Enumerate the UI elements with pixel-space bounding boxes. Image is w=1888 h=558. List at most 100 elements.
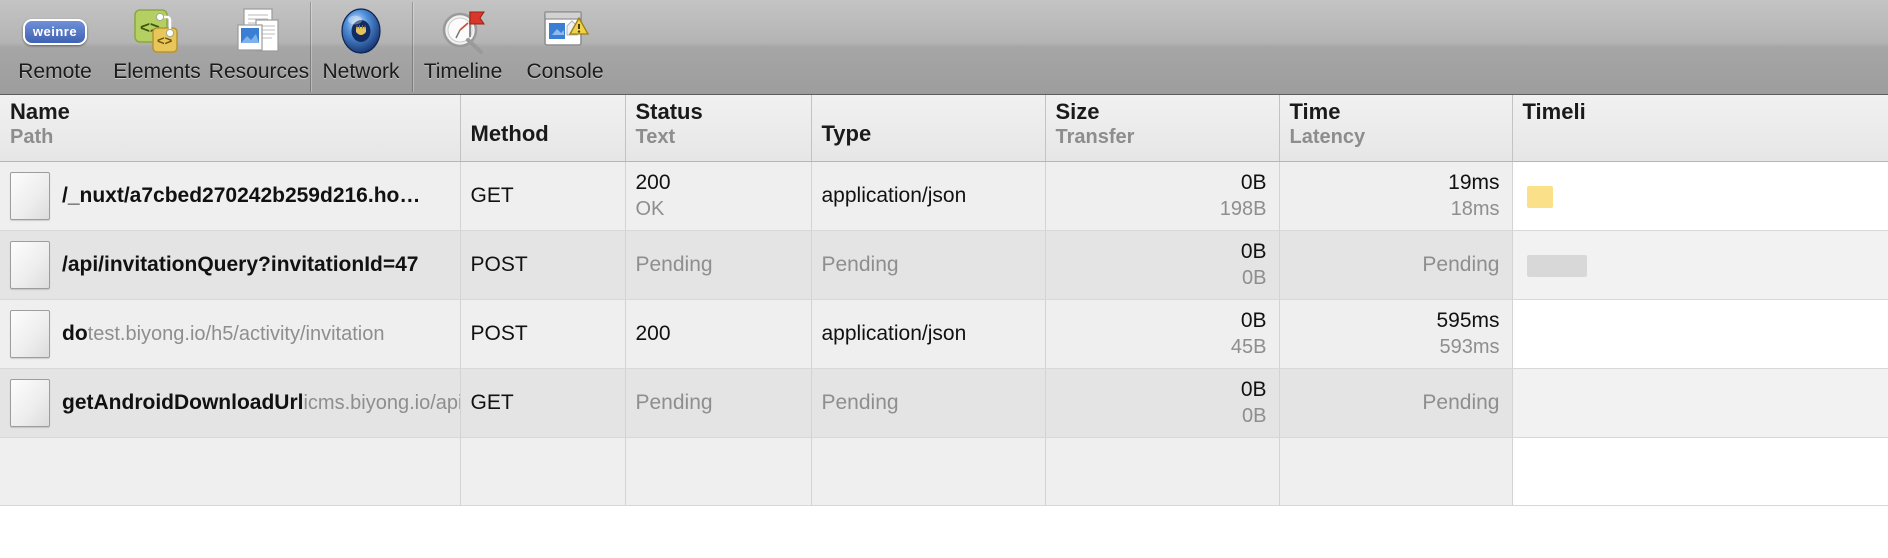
document-icon — [10, 240, 50, 289]
request-status: Pending — [635, 390, 713, 414]
request-method: GET — [470, 390, 514, 414]
tab-label-remote: Remote — [18, 60, 92, 83]
tab-network[interactable]: Network — [310, 0, 412, 94]
request-latency: Pending — [1422, 252, 1500, 276]
cell-type: application/json — [811, 299, 1046, 369]
request-time: 19ms — [1448, 171, 1500, 194]
filler-cell — [1279, 437, 1513, 506]
cell-name[interactable]: /_nuxt/a7cbed270242b259d216.ho… — [0, 161, 461, 231]
resources-documents-icon — [231, 6, 287, 58]
request-path: icms.biyong.io/api — [303, 391, 460, 414]
request-transfer: 45B — [1230, 336, 1267, 358]
cell-name[interactable]: /api/invitationQuery?invitationId=47 — [0, 230, 461, 300]
table-filler-row — [0, 437, 1888, 506]
cell-name[interactable]: getAndroidDownloadUrlicms.biyong.io/api — [0, 368, 461, 438]
tab-label-resources: Resources — [208, 60, 310, 83]
document-icon — [10, 378, 50, 427]
table-body: /_nuxt/a7cbed270242b259d216.ho… GET 200 OK a… — [0, 161, 1888, 506]
request-size: 0B — [1240, 240, 1267, 263]
cell-size: 0B 45B — [1045, 299, 1280, 369]
weinre-logo-text: weinre — [22, 19, 88, 45]
network-globe-icon — [333, 6, 389, 58]
column-header-size[interactable]: Size Transfer — [1045, 95, 1280, 162]
column-header-status[interactable]: Status Text — [625, 95, 812, 162]
console-window-warning-icon — [537, 6, 593, 58]
tab-elements[interactable]: <> <> Elements — [106, 0, 208, 94]
request-status-text: OK — [635, 198, 665, 220]
cell-method: GET — [460, 368, 626, 438]
request-time: 595ms — [1436, 309, 1500, 332]
column-header-status-main: Status — [635, 99, 703, 124]
cell-method: POST — [460, 299, 626, 369]
cell-method: POST — [460, 230, 626, 300]
request-type: application/json — [821, 183, 967, 207]
column-header-time[interactable]: Time Latency — [1279, 95, 1513, 162]
column-header-name[interactable]: Name Path — [0, 95, 461, 162]
request-transfer: 198B — [1219, 198, 1267, 220]
column-header-time-main: Time — [1289, 99, 1341, 124]
timeline-bar — [1526, 185, 1553, 208]
column-header-type[interactable]: Type — [811, 95, 1046, 162]
cell-method: GET — [460, 161, 626, 231]
column-header-time-sub: Latency — [1289, 126, 1366, 148]
table-header: Name Path Method Status Text Type Size T… — [0, 95, 1888, 162]
request-type: Pending — [821, 252, 899, 276]
filler-cell — [1512, 437, 1888, 506]
request-status: 200 — [635, 322, 671, 345]
cell-status: Pending — [625, 368, 812, 438]
tab-timeline[interactable]: Timeline — [412, 0, 514, 94]
column-header-size-sub: Transfer — [1055, 126, 1135, 148]
cell-timeline — [1512, 299, 1888, 369]
devtools-toolbar: weinre Remote <> <> Elements Resources N… — [0, 0, 1888, 95]
request-latency: 18ms — [1450, 198, 1500, 220]
column-header-method[interactable]: Method — [460, 95, 626, 162]
network-panel: Name Path Method Status Text Type Size T… — [0, 95, 1888, 558]
request-size: 0B — [1240, 171, 1267, 194]
table-row[interactable]: dotest.biyong.io/h5/activity/invitation P… — [0, 299, 1888, 369]
column-header-name-sub: Path — [10, 126, 54, 148]
request-name: do — [62, 321, 88, 345]
cell-size: 0B 0B — [1045, 230, 1280, 300]
column-header-name-main: Name — [10, 99, 70, 124]
request-method: POST — [470, 321, 528, 345]
filler-cell — [0, 437, 461, 506]
column-header-method-main: Method — [470, 121, 549, 146]
cell-type: Pending — [811, 368, 1046, 438]
request-status: Pending — [635, 252, 713, 276]
tab-resources[interactable]: Resources — [208, 0, 310, 94]
cell-name[interactable]: dotest.biyong.io/h5/activity/invitation — [0, 299, 461, 369]
column-header-timeline[interactable]: Timeli — [1512, 95, 1888, 162]
elements-code-icon: <> <> — [129, 6, 185, 58]
tab-label-console: Console — [526, 60, 604, 83]
request-transfer: 0B — [1242, 267, 1267, 289]
cell-time: 595ms 593ms — [1279, 299, 1513, 369]
filler-cell — [1045, 437, 1280, 506]
document-icon — [10, 171, 50, 220]
timeline-stopwatch-flag-icon — [435, 6, 491, 58]
request-method: POST — [470, 252, 528, 276]
cell-status: 200 OK — [625, 161, 812, 231]
timeline-bar — [1526, 254, 1587, 277]
cell-time: Pending — [1279, 368, 1513, 438]
request-path: test.biyong.io/h5/activity/invitation — [87, 322, 385, 345]
table-row[interactable]: /api/invitationQuery?invitationId=47 POST… — [0, 230, 1888, 300]
tab-separator — [310, 2, 311, 92]
cell-time: 19ms 18ms — [1279, 161, 1513, 231]
request-status: 200 — [635, 171, 671, 194]
tab-console[interactable]: Console — [514, 0, 616, 94]
document-icon — [10, 309, 50, 358]
tab-remote[interactable]: weinre Remote — [4, 0, 106, 94]
request-size: 0B — [1240, 309, 1267, 332]
table-row[interactable]: getAndroidDownloadUrlicms.biyong.io/api G… — [0, 368, 1888, 438]
cell-timeline — [1512, 230, 1888, 300]
request-latency: Pending — [1422, 390, 1500, 414]
table-row[interactable]: /_nuxt/a7cbed270242b259d216.ho… GET 200 OK a… — [0, 161, 1888, 231]
request-type: application/json — [821, 321, 967, 345]
cell-size: 0B 0B — [1045, 368, 1280, 438]
cell-size: 0B 198B — [1045, 161, 1280, 231]
weinre-logo-icon: weinre — [22, 6, 88, 58]
tab-separator — [412, 2, 413, 92]
request-name: getAndroidDownloadUrl — [62, 390, 304, 414]
cell-timeline — [1512, 161, 1888, 231]
request-method: GET — [470, 183, 514, 207]
